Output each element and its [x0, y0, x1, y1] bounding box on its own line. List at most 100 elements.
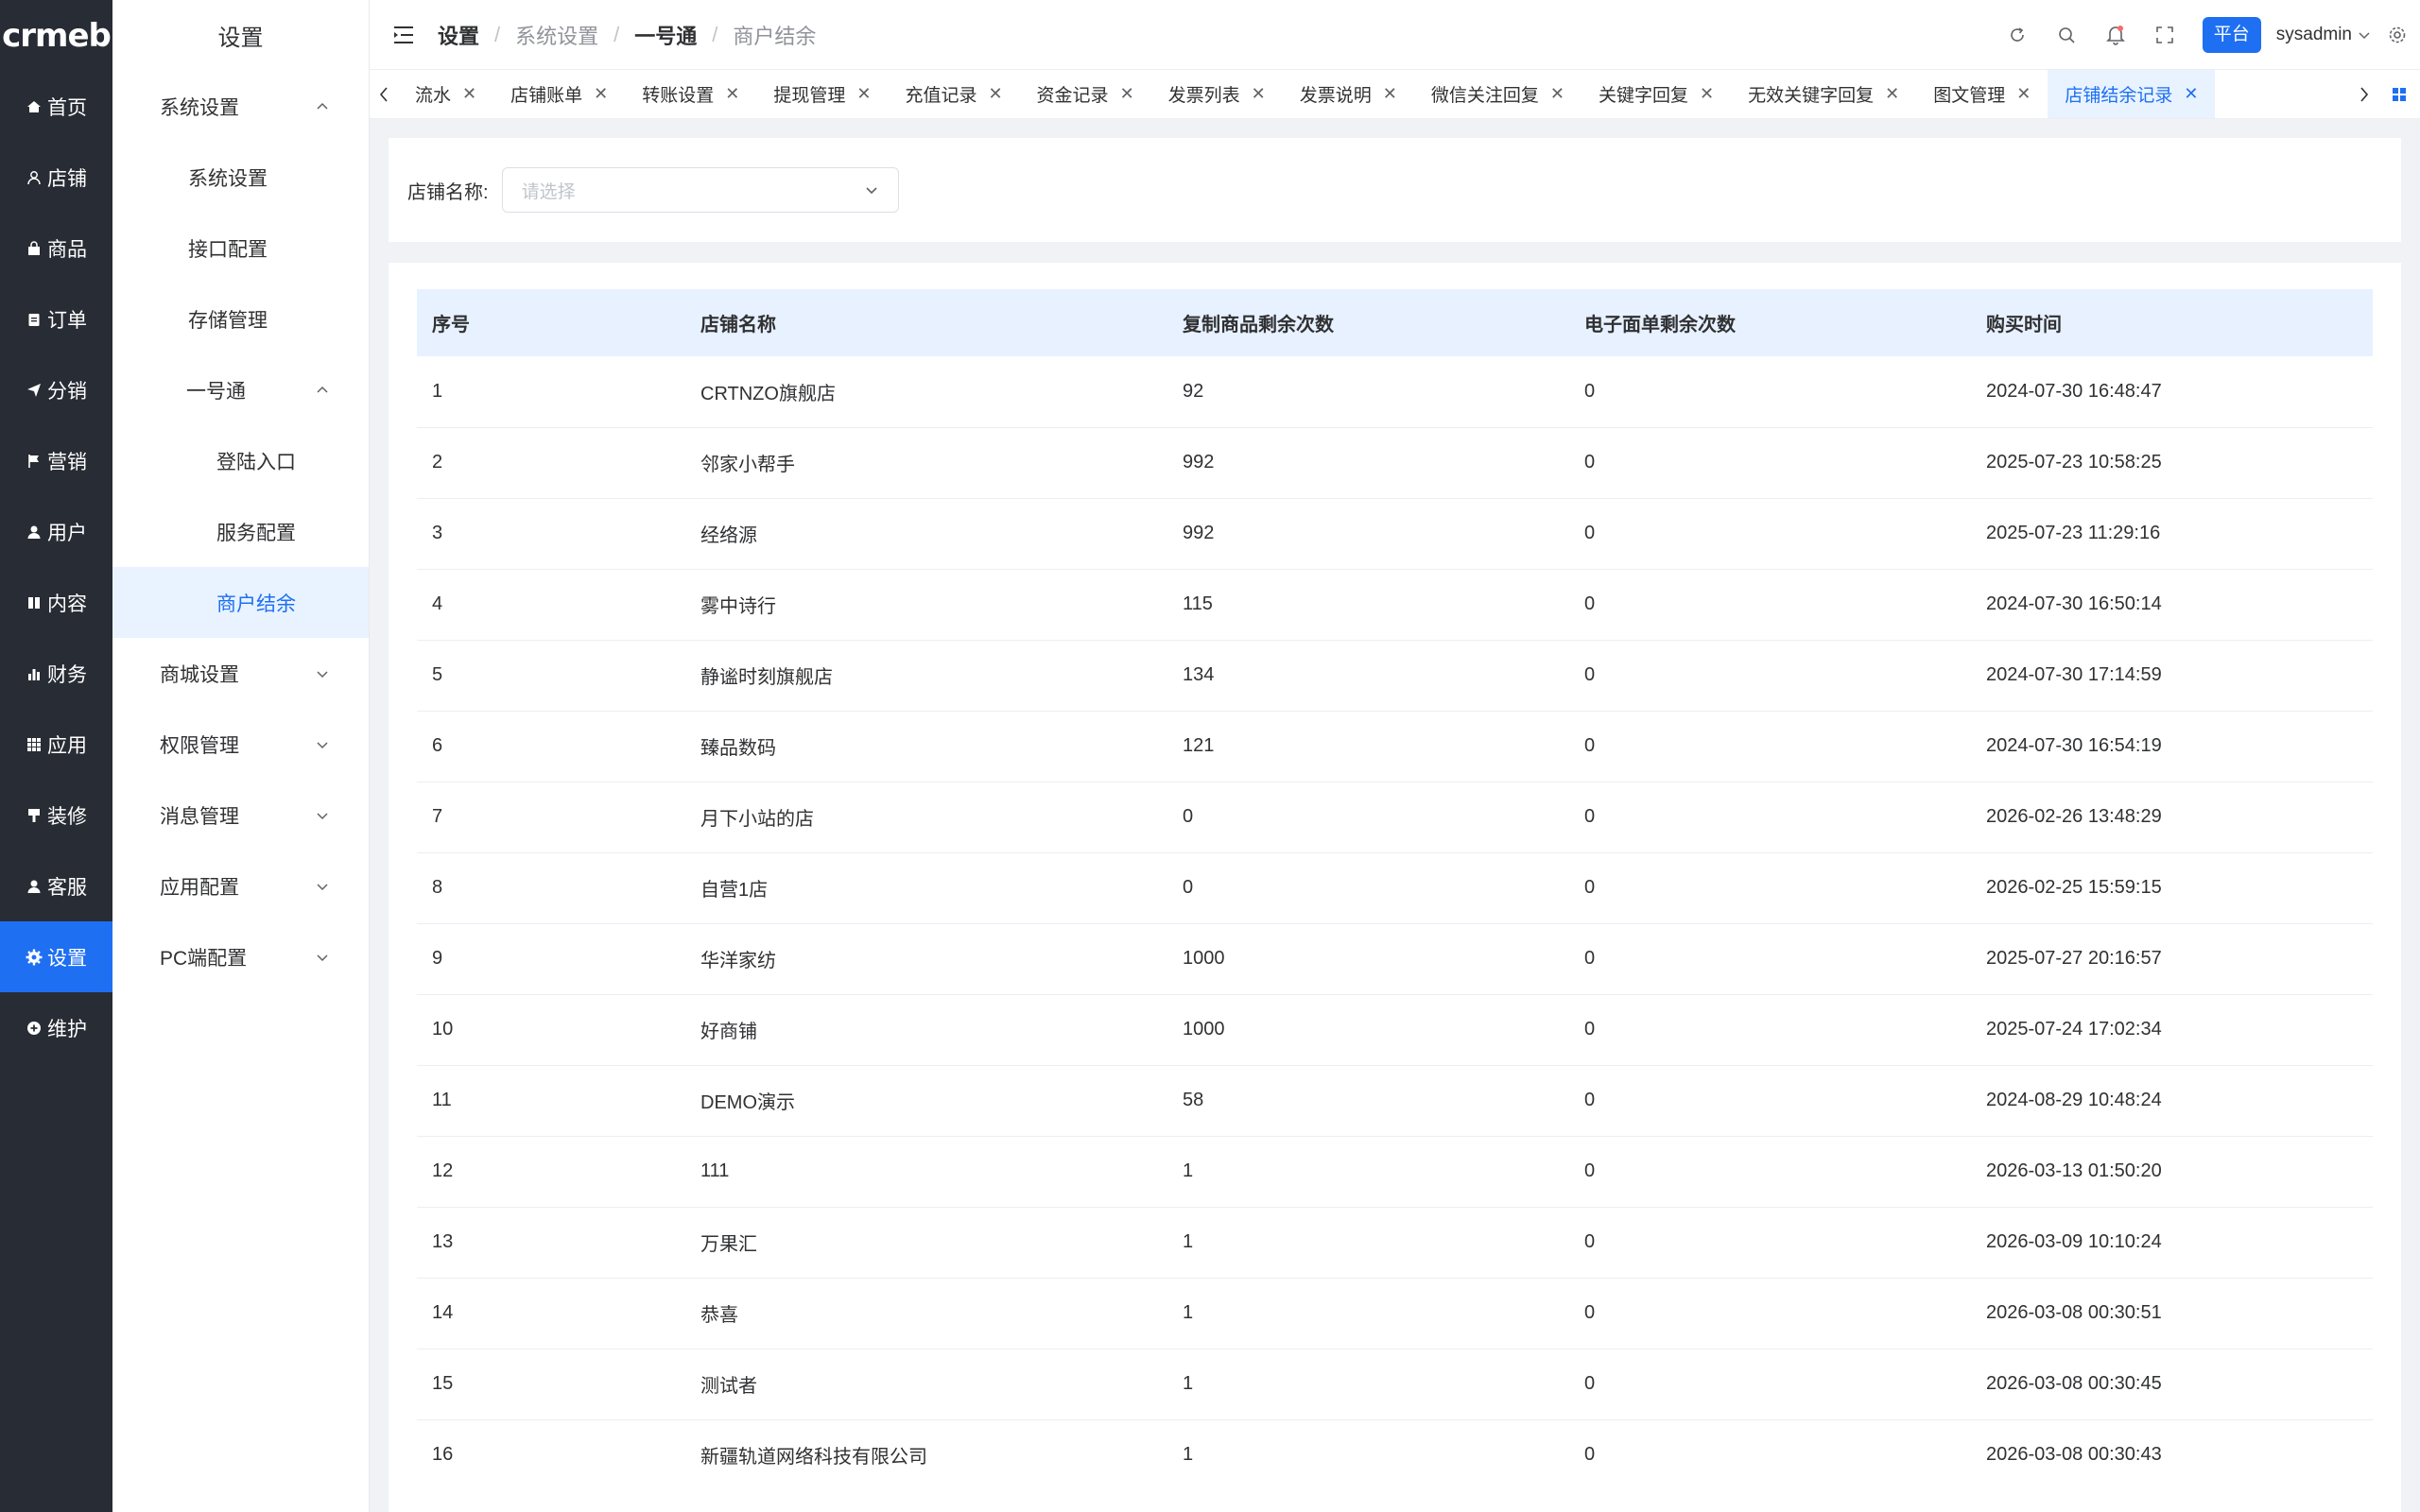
tab-5[interactable]: 资金记录 ✕	[1020, 70, 1151, 118]
cell-copy-remaining: 115	[1167, 569, 1569, 641]
rail-item-2[interactable]: 商品	[0, 213, 112, 284]
rail-item-8[interactable]: 财务	[0, 638, 112, 709]
tab-6[interactable]: 发票列表 ✕	[1151, 70, 1283, 118]
cell-index: 12	[417, 1136, 685, 1208]
submenu-item-api-config[interactable]: 接口配置	[112, 213, 369, 284]
rail-item-3[interactable]: 订单	[0, 284, 112, 354]
tab-7[interactable]: 发票说明 ✕	[1283, 70, 1414, 118]
column-header-store-name: 店铺名称	[700, 315, 776, 335]
close-icon[interactable]: ✕	[2016, 84, 2031, 104]
close-icon[interactable]: ✕	[2184, 84, 2198, 104]
store-name-select[interactable]: 请选择	[501, 167, 899, 213]
cell-copy-remaining: 121	[1167, 711, 1569, 782]
cell-waybill-remaining: 0	[1569, 640, 1971, 712]
cell-store-name: 邻家小帮手	[685, 427, 1167, 499]
tab-8[interactable]: 微信关注回复 ✕	[1414, 70, 1582, 118]
main-nav-rail: crmeb 首页 店铺 商品 订单 分销 营销 用户 内容 财务应用装修 客服设置维护	[0, 0, 112, 1512]
rail-item-label: 设置	[47, 947, 87, 970]
submenu-group-3[interactable]: 应用配置	[112, 850, 369, 921]
close-icon[interactable]: ✕	[462, 84, 476, 104]
cell-waybill-remaining: 0	[1569, 852, 1971, 924]
tab-label: 提现管理	[773, 86, 846, 106]
submenu-item-service-config[interactable]: 服务配置	[112, 496, 369, 567]
chevron-down-icon	[317, 812, 328, 819]
tab-label: 发票说明	[1299, 86, 1372, 106]
breadcrumb-item[interactable]: 设置	[438, 20, 479, 50]
fullscreen-icon[interactable]	[2153, 24, 2176, 46]
logo-text: crmeb	[2, 16, 112, 55]
cell-purchase-time: 2026-02-26 13:48:29	[1971, 782, 2373, 853]
user-dropdown[interactable]: sysadmin	[2276, 25, 2371, 45]
cell-waybill-remaining: 0	[1569, 782, 1971, 853]
cell-store-name: 好商铺	[685, 994, 1167, 1066]
tab-12[interactable]: 店铺结余记录 ✕	[2048, 70, 2216, 118]
submenu-item-merchant-balance[interactable]: 商户结余	[112, 567, 369, 638]
submenu-group-0[interactable]: 商城设置	[112, 638, 369, 709]
rail-item-1[interactable]: 店铺	[0, 142, 112, 213]
close-icon[interactable]: ✕	[1383, 84, 1397, 104]
close-icon[interactable]: ✕	[1252, 84, 1266, 104]
grid-icon	[26, 736, 43, 753]
submenu-group-system-settings[interactable]: 系统设置	[112, 71, 369, 142]
submenu-group-4[interactable]: PC端配置	[112, 921, 369, 992]
bell-icon[interactable]	[2104, 24, 2127, 46]
rail-item-4[interactable]: 分销	[0, 354, 112, 425]
menu-collapse-icon[interactable]	[392, 25, 415, 45]
cell-copy-remaining: 134	[1167, 640, 1569, 712]
rail-item-label: 应用	[47, 734, 87, 757]
refresh-icon[interactable]	[2006, 24, 2029, 46]
close-icon[interactable]: ✕	[594, 84, 608, 104]
breadcrumb-item[interactable]: 一号通	[634, 20, 697, 50]
submenu-group-1[interactable]: 权限管理	[112, 709, 369, 780]
submenu-group-label: PC端配置	[160, 947, 248, 970]
tabs-grid-menu-icon[interactable]	[2378, 70, 2420, 118]
tab-10[interactable]: 无效关键字回复 ✕	[1731, 70, 1916, 118]
cell-index: 13	[417, 1207, 685, 1279]
submenu-item-storage[interactable]: 存储管理	[112, 284, 369, 354]
settings-gear-icon[interactable]	[2386, 24, 2409, 46]
close-icon[interactable]: ✕	[856, 84, 871, 104]
rail-item-9[interactable]: 应用	[0, 709, 112, 780]
breadcrumb-item[interactable]: 系统设置	[515, 20, 598, 50]
rail-item-5[interactable]: 营销	[0, 425, 112, 496]
close-icon[interactable]: ✕	[1700, 84, 1714, 104]
tab-11[interactable]: 图文管理 ✕	[1916, 70, 2048, 118]
table-row: 16 新疆轨道网络科技有限公司 1 0 2026-03-08 00:30:43	[417, 1419, 2373, 1490]
submenu-item-login-entry[interactable]: 登陆入口	[112, 425, 369, 496]
submenu-group-label: 系统设置	[160, 96, 239, 119]
rail-item-11[interactable]: 客服	[0, 850, 112, 921]
close-icon[interactable]: ✕	[1885, 84, 1899, 104]
table-row: 15 测试者 1 0 2026-03-08 00:30:45	[417, 1349, 2373, 1420]
platform-button[interactable]: 平台	[2202, 16, 2261, 53]
cell-store-name: 静谧时刻旗舰店	[685, 640, 1167, 712]
table-row: 9 华洋家纺 1000 0 2025-07-27 20:16:57	[417, 923, 2373, 995]
rail-item-7[interactable]: 内容	[0, 567, 112, 638]
tab-3[interactable]: 提现管理 ✕	[756, 70, 888, 118]
close-icon[interactable]: ✕	[1120, 84, 1134, 104]
rail-item-13[interactable]: 维护	[0, 992, 112, 1063]
chevron-down-icon	[317, 883, 328, 890]
tab-4[interactable]: 充值记录 ✕	[888, 70, 1019, 118]
close-icon[interactable]: ✕	[725, 84, 739, 104]
rail-item-10[interactable]: 装修	[0, 780, 112, 850]
submenu-item-system-settings[interactable]: 系统设置	[112, 142, 369, 213]
submenu-group-yihaotong[interactable]: 一号通	[112, 354, 369, 425]
rail-item-0[interactable]: 首页	[0, 71, 112, 142]
logo[interactable]: crmeb	[0, 0, 112, 71]
rail-item-12[interactable]: 设置	[0, 921, 112, 992]
submenu-item-label: 商户结余	[216, 593, 296, 615]
close-icon[interactable]: ✕	[988, 84, 1002, 104]
tab-1[interactable]: 店铺账单 ✕	[493, 70, 625, 118]
tabs-scroll-right-icon[interactable]	[2350, 70, 2378, 118]
rail-item-6[interactable]: 用户	[0, 496, 112, 567]
tab-0[interactable]: 流水 ✕	[398, 70, 493, 118]
tab-9[interactable]: 关键字回复 ✕	[1582, 70, 1731, 118]
chevron-down-icon	[317, 741, 328, 748]
close-icon[interactable]: ✕	[1550, 84, 1564, 104]
submenu-group-2[interactable]: 消息管理	[112, 780, 369, 850]
search-icon[interactable]	[2055, 24, 2078, 46]
tabs-scroll-left-icon[interactable]	[370, 70, 398, 118]
cell-copy-remaining: 92	[1167, 356, 1569, 428]
cell-store-name: 华洋家纺	[685, 923, 1167, 995]
tab-2[interactable]: 转账设置 ✕	[625, 70, 756, 118]
